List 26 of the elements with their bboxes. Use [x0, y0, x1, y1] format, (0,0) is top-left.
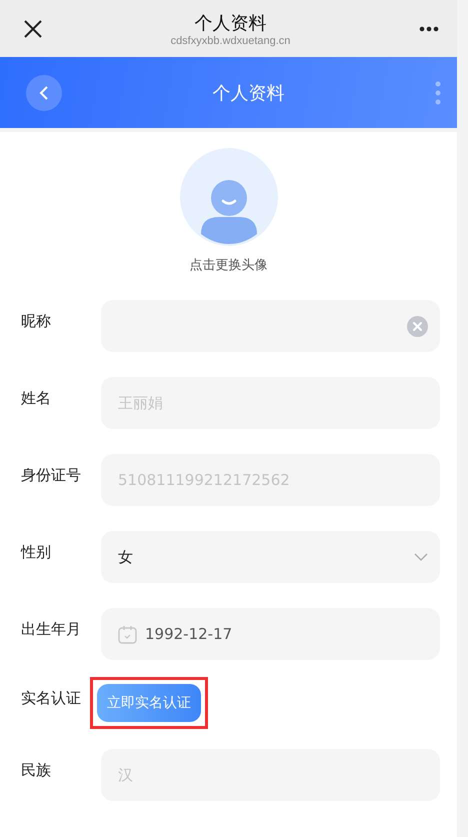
more-vertical-icon[interactable] — [435, 80, 441, 104]
field-label: 昵称 — [21, 311, 52, 331]
field-label: 身份证号 — [21, 465, 82, 485]
header-title: 个人资料 — [212, 82, 286, 104]
clear-icon[interactable] — [407, 316, 428, 336]
chevron-down-icon — [414, 553, 428, 561]
back-icon — [39, 86, 49, 100]
page-title: 个人资料 — [194, 12, 266, 34]
input-field[interactable] — [101, 300, 440, 352]
back-button[interactable] — [26, 74, 62, 110]
date-field[interactable]: 1992-12-17 — [101, 608, 440, 660]
field-label: 姓名 — [21, 388, 52, 408]
close-icon[interactable] — [24, 20, 42, 38]
calendar-icon — [118, 624, 137, 644]
field-label: 性别 — [21, 542, 52, 562]
field-label: 民族 — [21, 760, 52, 780]
change-avatar-caption[interactable]: 点击更换头像 — [190, 256, 268, 274]
more-icon[interactable] — [419, 26, 439, 32]
gender-select[interactable]: 女 — [101, 531, 440, 583]
verify-button[interactable]: 立即实名认证 — [97, 684, 201, 722]
date-value: 1992-12-17 — [145, 625, 234, 643]
field-label: 出生年月 — [21, 619, 82, 639]
url-text: cdsfxyxbb.wdxuetang.cn — [170, 34, 290, 46]
avatar-icon[interactable] — [180, 148, 278, 246]
select-value: 女 — [118, 548, 134, 566]
field-label: 实名认证 — [21, 688, 82, 708]
